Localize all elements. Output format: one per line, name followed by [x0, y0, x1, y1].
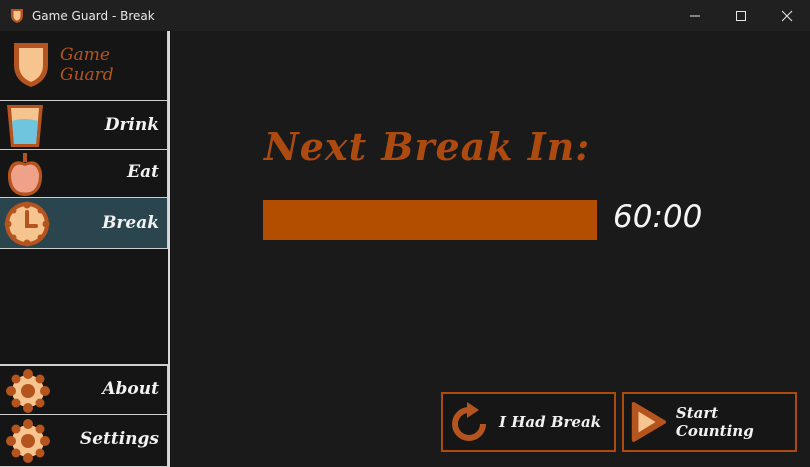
close-button[interactable] [764, 0, 810, 31]
had-break-button[interactable]: I Had Break [441, 392, 616, 452]
close-icon [781, 10, 793, 21]
water-glass-icon [7, 105, 43, 147]
brand-name: Game Guard [60, 45, 114, 85]
minimize-button[interactable] [672, 0, 718, 31]
break-progress-bar [263, 200, 597, 240]
sidebar-item-settings[interactable]: Settings [0, 415, 168, 467]
gear-icon [6, 419, 50, 463]
window-title: Game Guard - Break [32, 8, 155, 23]
app-window: Game Guard - Break Game Guard Drink Eat … [0, 0, 810, 467]
sidebar-item-label: Break [102, 213, 159, 233]
clock-icon [4, 201, 50, 247]
maximize-button[interactable] [718, 0, 764, 31]
break-progress-fill [263, 200, 597, 240]
play-icon [631, 402, 667, 442]
maximize-icon [736, 10, 746, 21]
sidebar-item-label: Eat [127, 162, 159, 182]
sidebar-item-about[interactable]: About [0, 364, 168, 415]
break-timer: 60:00 [613, 199, 703, 235]
shield-logo-icon [14, 43, 48, 87]
sidebar-item-label: About [102, 379, 159, 399]
start-counting-label: Start Counting [675, 404, 754, 440]
start-counting-button[interactable]: Start Counting [622, 392, 797, 452]
refresh-icon [452, 402, 486, 441]
sidebar-item-eat[interactable]: Eat [0, 150, 168, 198]
had-break-label: I Had Break [499, 413, 602, 431]
title-bar: Game Guard - Break [0, 0, 810, 31]
shield-icon [11, 8, 23, 23]
sidebar-item-break[interactable]: Break [0, 198, 168, 249]
apple-icon [7, 153, 43, 196]
sidebar-item-label: Drink [104, 115, 159, 135]
sidebar-item-label: Settings [79, 429, 159, 449]
gear-icon [6, 369, 50, 413]
sidebar-item-drink[interactable]: Drink [0, 101, 168, 150]
sidebar: Game Guard Drink Eat Break About Setting… [0, 31, 171, 467]
sidebar-divider [168, 31, 170, 467]
minimize-icon [690, 15, 700, 16]
next-break-heading: Next Break In: [264, 124, 591, 169]
brand-header: Game Guard [0, 31, 168, 101]
